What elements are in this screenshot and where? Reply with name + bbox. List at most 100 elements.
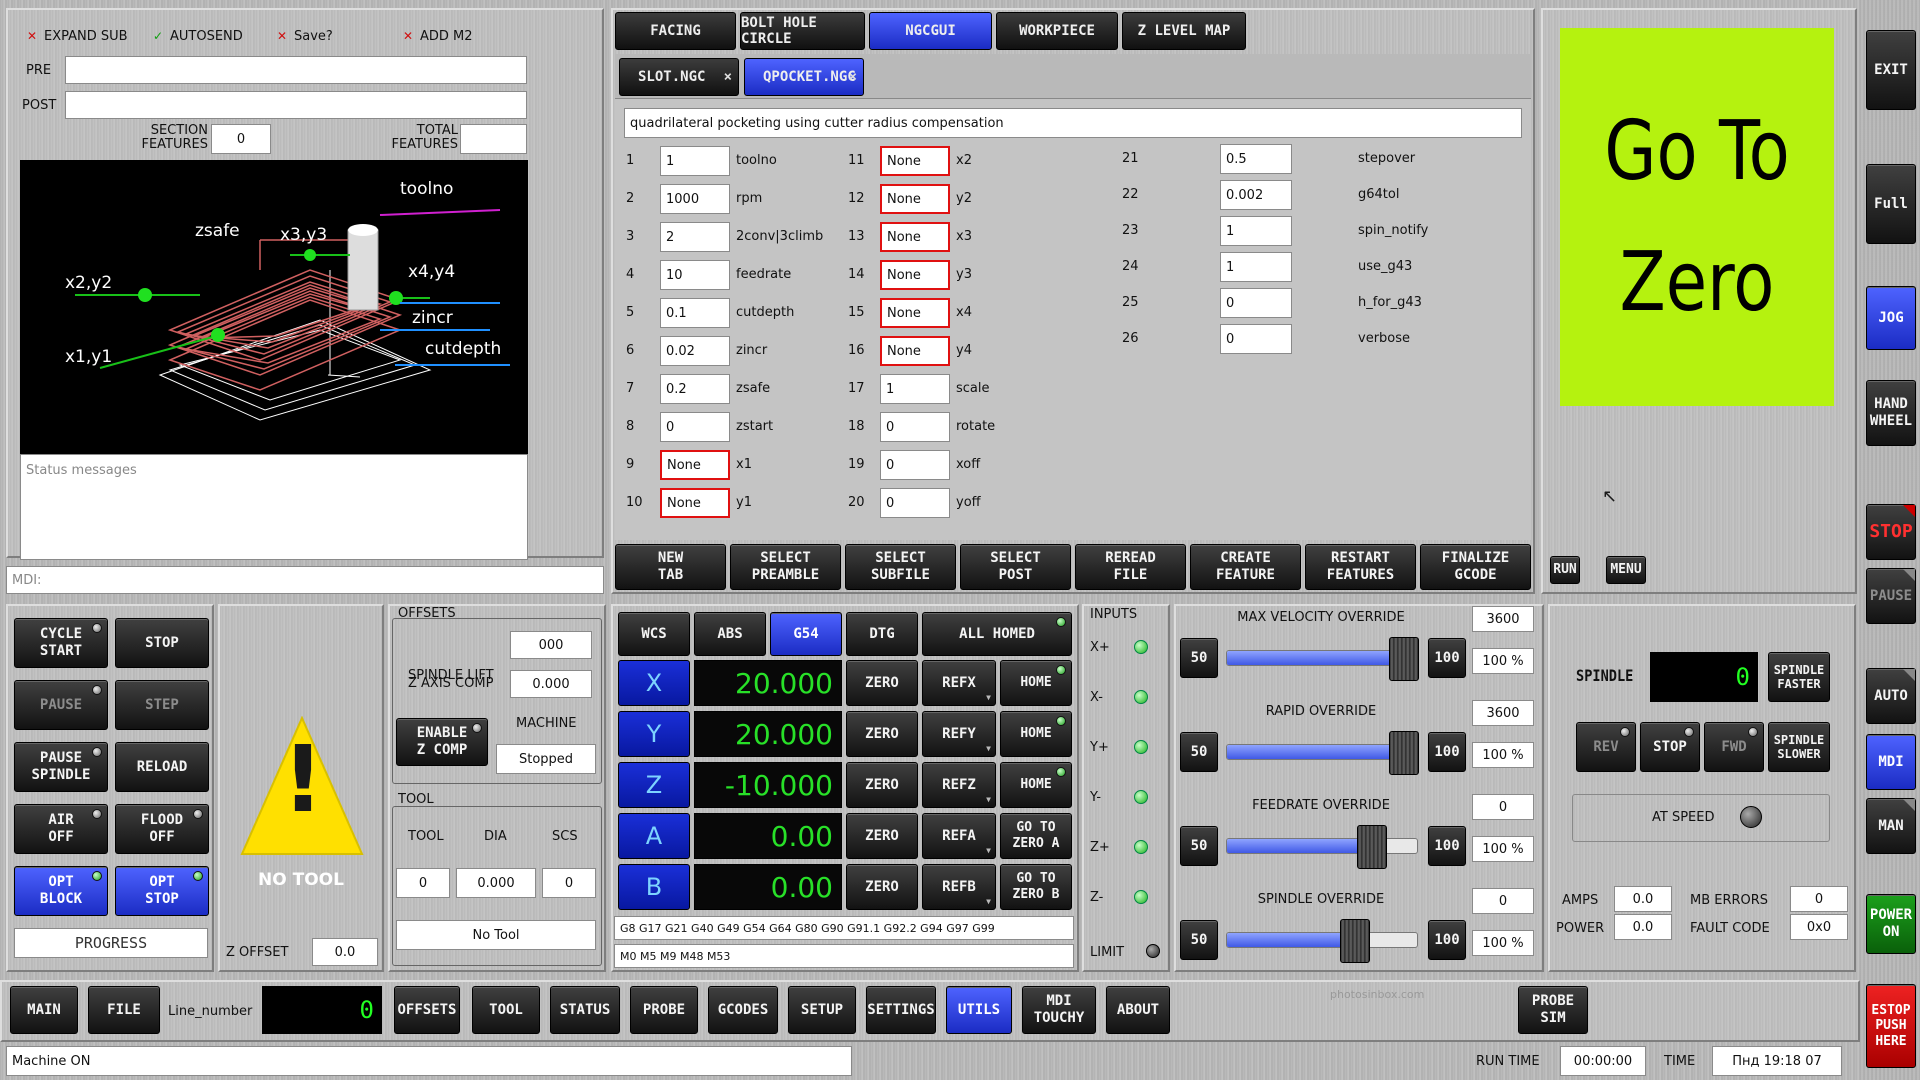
tab-bolt-hole-circle[interactable]: BOLT HOLE CIRCLE [740, 12, 865, 50]
all-homed-button[interactable]: ALL HOMED [922, 612, 1072, 656]
create-feature-button[interactable]: CREATE FEATURE [1190, 544, 1301, 590]
ref-a-button[interactable]: REFA ▼ [922, 813, 996, 859]
status-messages-area[interactable]: Status messages [20, 454, 528, 560]
param-x1-input[interactable]: None [660, 450, 730, 480]
param-cutdepth-input[interactable]: 0.1 [660, 298, 730, 328]
param-g64tol-input[interactable]: 0.002 [1220, 180, 1292, 210]
power-on-button[interactable]: POWER ON [1866, 894, 1916, 954]
override-slider[interactable] [1226, 825, 1418, 869]
home-x-button[interactable]: HOME [1000, 660, 1072, 706]
nav-main-button[interactable]: MAIN [10, 986, 78, 1034]
tab-ngcgui[interactable]: NGCGUI [869, 12, 992, 50]
go-to-zero-button[interactable]: Go To Zero [1560, 28, 1834, 406]
exit-button[interactable]: EXIT [1866, 30, 1916, 110]
close-icon[interactable]: × [724, 69, 732, 85]
jog-button[interactable]: JOG [1866, 286, 1916, 350]
ref-y-button[interactable]: REFY ▼ [922, 711, 996, 757]
spindle-rev-button[interactable]: REV [1576, 722, 1636, 772]
finalize-gcode-button[interactable]: FINALIZE GCODE [1420, 544, 1531, 590]
ref-x-button[interactable]: REFX ▼ [922, 660, 996, 706]
nav-settings-button[interactable]: SETTINGS [866, 986, 936, 1034]
param-feedrate-input[interactable]: 10 [660, 260, 730, 290]
param-x4-input[interactable]: None [880, 298, 950, 328]
axis-a-button[interactable]: A [618, 813, 690, 859]
post-input[interactable] [65, 91, 527, 119]
override-value[interactable]: 3600 [1472, 700, 1534, 726]
axis-x-button[interactable]: X [618, 660, 690, 706]
override-value[interactable]: 0 [1472, 888, 1534, 914]
nav-probe-sim-button[interactable]: PROBE SIM [1518, 986, 1588, 1034]
home-b-button[interactable]: GO TO ZERO B [1000, 864, 1072, 910]
step-button[interactable]: STEP [115, 680, 209, 730]
param-rpm-input[interactable]: 1000 [660, 184, 730, 214]
param-verbose-input[interactable]: 0 [1220, 324, 1292, 354]
ref-b-button[interactable]: REFB ▼ [922, 864, 996, 910]
g54-button[interactable]: G54 [770, 612, 842, 656]
spindle-lift-value[interactable]: 000 [510, 631, 592, 659]
nav-tool-button[interactable]: TOOL [472, 986, 540, 1034]
zero-b-button[interactable]: ZERO [846, 864, 918, 910]
mdi-button[interactable]: MDI [1866, 734, 1916, 790]
param-y1-input[interactable]: None [660, 488, 730, 518]
nav-about-button[interactable]: ABOUT [1106, 986, 1170, 1034]
param-yoff-input[interactable]: 0 [880, 488, 950, 518]
expand-sub-checkbox[interactable]: ✕ [26, 30, 38, 42]
home-y-button[interactable]: HOME [1000, 711, 1072, 757]
nav-utils-button[interactable]: UTILS [946, 986, 1012, 1034]
hand-wheel-button[interactable]: HAND WHEEL [1866, 380, 1916, 446]
zero-a-button[interactable]: ZERO [846, 813, 918, 859]
override-50-button[interactable]: 50 [1180, 732, 1218, 772]
tab-facing[interactable]: FACING [615, 12, 736, 50]
dtg-button[interactable]: DTG [846, 612, 918, 656]
spindle-faster-button[interactable]: SPINDLE FASTER [1768, 652, 1830, 702]
estop-push-here-button[interactable]: ESTOP PUSH HERE [1866, 984, 1916, 1068]
zero-z-button[interactable]: ZERO [846, 762, 918, 808]
param-stepover-input[interactable]: 0.5 [1220, 144, 1292, 174]
param-use-g43-input[interactable]: 1 [1220, 252, 1292, 282]
slider-handle[interactable] [1389, 637, 1419, 681]
override-100-button[interactable]: 100 [1428, 732, 1466, 772]
add-m2-checkbox[interactable]: ✕ [402, 30, 414, 42]
file-tab-qpocket-ngc[interactable]: QPOCKET.NGC × [744, 58, 864, 96]
spindle-fwd-button[interactable]: FWD [1704, 722, 1764, 772]
override-slider[interactable] [1226, 731, 1419, 775]
spindle-stop-button[interactable]: STOP [1640, 722, 1700, 772]
zero-y-button[interactable]: ZERO [846, 711, 918, 757]
param-y3-input[interactable]: None [880, 260, 950, 290]
new-tab-button[interactable]: NEW TAB [615, 544, 726, 590]
param-x3-input[interactable]: None [880, 222, 950, 252]
override-50-button[interactable]: 50 [1180, 826, 1218, 866]
override-value[interactable]: 3600 [1472, 606, 1534, 632]
spindle-slower-button[interactable]: SPINDLE SLOWER [1768, 722, 1830, 772]
param-spin-notify-input[interactable]: 1 [1220, 216, 1292, 246]
override-slider[interactable] [1226, 919, 1418, 963]
nav-mdi-touchy-button[interactable]: MDI TOUCHY [1022, 986, 1096, 1034]
select-post-button[interactable]: SELECT POST [960, 544, 1071, 590]
home-z-button[interactable]: HOME [1000, 762, 1072, 808]
slider-handle[interactable] [1340, 919, 1370, 963]
autosend-checkbox[interactable]: ✓ [152, 30, 164, 42]
select-preamble-button[interactable]: SELECT PREAMBLE [730, 544, 841, 590]
nav-status-button[interactable]: STATUS [550, 986, 620, 1034]
tab-z-level-map[interactable]: Z LEVEL MAP [1122, 12, 1246, 50]
select-subfile-button[interactable]: SELECT SUBFILE [845, 544, 956, 590]
override-50-button[interactable]: 50 [1180, 920, 1218, 960]
pause-spindle-button[interactable]: PAUSE SPINDLE [14, 742, 108, 792]
override-100-button[interactable]: 100 [1428, 826, 1466, 866]
menu-button[interactable]: MENU [1606, 556, 1646, 584]
param-zstart-input[interactable]: 0 [660, 412, 730, 442]
param-rotate-input[interactable]: 0 [880, 412, 950, 442]
wcs-button[interactable]: WCS [618, 612, 690, 656]
param-zincr-input[interactable]: 0.02 [660, 336, 730, 366]
ref-z-button[interactable]: REFZ ▼ [922, 762, 996, 808]
param-scale-input[interactable]: 1 [880, 374, 950, 404]
file-tab-slot-ngc[interactable]: SLOT.NGC × [619, 58, 739, 96]
man-button[interactable]: MAN [1866, 798, 1916, 854]
param-y4-input[interactable]: None [880, 336, 950, 366]
axis-y-button[interactable]: Y [618, 711, 690, 757]
auto-button[interactable]: AUTO [1866, 668, 1916, 724]
nav-setup-button[interactable]: SETUP [788, 986, 856, 1034]
close-icon[interactable]: × [849, 69, 857, 85]
home-a-button[interactable]: GO TO ZERO A [1000, 813, 1072, 859]
override-slider[interactable] [1226, 637, 1419, 681]
